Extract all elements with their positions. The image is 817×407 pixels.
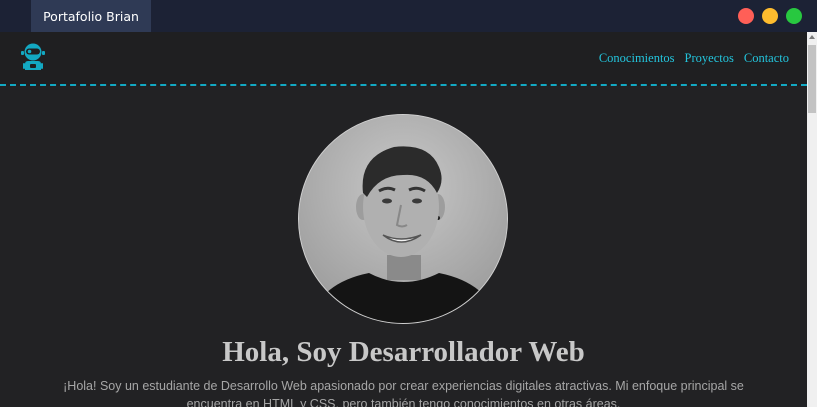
- nav-link-conocimientos[interactable]: Conocimientos: [599, 51, 675, 66]
- robot-icon[interactable]: [17, 41, 49, 73]
- profile-photo: [298, 114, 508, 324]
- page-title: Hola, Soy Desarrollador Web: [222, 336, 585, 368]
- close-button[interactable]: [738, 8, 754, 24]
- title-bar: Portafolio Brian: [0, 0, 817, 32]
- browser-window: Portafolio Brian Conocimientos Proyectos…: [0, 0, 817, 407]
- page-scrollbar[interactable]: [807, 32, 817, 407]
- scrollbar-thumb[interactable]: [808, 45, 816, 113]
- intro-paragraph: ¡Hola! Soy un estudiante de Desarrollo W…: [63, 379, 744, 407]
- maximize-button[interactable]: [786, 8, 802, 24]
- nav-links: Conocimientos Proyectos Contacto: [599, 51, 789, 66]
- scroll-up-arrow-icon[interactable]: [809, 35, 815, 39]
- tab-portafolio[interactable]: Portafolio Brian: [31, 0, 151, 32]
- nav-link-contacto[interactable]: Contacto: [744, 51, 789, 66]
- page-viewport: Conocimientos Proyectos Contacto Hola, S…: [0, 32, 807, 407]
- minimize-button[interactable]: [762, 8, 778, 24]
- nav-link-proyectos[interactable]: Proyectos: [685, 51, 734, 66]
- navbar: Conocimientos Proyectos Contacto: [0, 32, 807, 86]
